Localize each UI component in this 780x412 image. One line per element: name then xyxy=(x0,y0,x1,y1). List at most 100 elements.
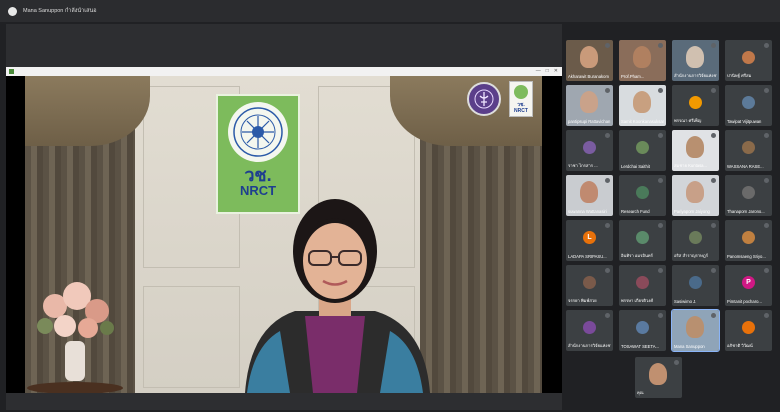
meeting-topbar: Mana Sanuppon กำลังนำเสนอ xyxy=(0,0,780,22)
participant-name: สำนักงานการวิจัยแห่งชาติ xyxy=(674,73,717,78)
nrct-small-logo: วช. NRCT xyxy=(509,81,533,117)
close-icon[interactable]: ✕ xyxy=(554,67,558,76)
participant-avatar xyxy=(742,186,755,199)
mic-muted-icon xyxy=(658,178,663,183)
participant-name: อริส สำราญราษฎร์ xyxy=(674,253,708,258)
mic-muted-icon xyxy=(605,133,610,138)
mic-muted-icon xyxy=(605,43,610,48)
mic-muted-icon xyxy=(674,360,679,365)
participant-avatar xyxy=(583,321,596,334)
participant-avatar xyxy=(583,276,596,289)
participant-name: pantipsupi Rattavichan xyxy=(568,119,611,124)
participant-tile[interactable]: ปานิษฐ์ ศรีสม xyxy=(725,40,772,81)
main-presentation-pane[interactable]: — □ ✕ วช. NRCT วช. NRCT xyxy=(6,24,562,410)
participant-tile[interactable]: TOSAWAT SEETA... xyxy=(619,310,666,351)
participant-tile[interactable]: pantipsupi Rattavichan xyxy=(566,85,613,126)
participant-video xyxy=(686,46,704,68)
participant-name: ปานิษฐ์ ศรีสม xyxy=(727,73,752,78)
participant-tile[interactable]: suwanna Wattanasiri xyxy=(566,175,613,216)
mic-muted-icon xyxy=(711,88,716,93)
participant-tile[interactable]: WASSANA RASE... xyxy=(725,130,772,171)
participant-tile[interactable]: อริส สำราญราษฎร์ xyxy=(672,220,719,261)
participant-tile[interactable]: อภิชาติ วิวัฒน์ xyxy=(725,310,772,351)
participant-tile[interactable]: อินทิรา อมรอินทร์ xyxy=(619,220,666,261)
mic-muted-icon xyxy=(658,43,663,48)
participant-name: Pimtanit pocharo... xyxy=(727,299,762,304)
participant-tile[interactable]: L LADAPA SRIPASU... xyxy=(566,220,613,261)
mic-muted-icon xyxy=(605,178,610,183)
participant-avatar xyxy=(742,96,755,109)
participant-tile[interactable]: พรรษา เกียรติวงศ์ xyxy=(619,265,666,306)
participant-tile[interactable]: ราชา ไกรสาร ... xyxy=(566,130,613,171)
participant-tile[interactable]: Samit Koonkanasuksanan xyxy=(619,85,666,126)
mic-muted-icon xyxy=(658,313,663,318)
participant-avatar xyxy=(689,96,702,109)
participant-name: Mana Sanuppon xyxy=(674,344,705,349)
maximize-icon[interactable]: □ xyxy=(546,67,549,76)
participant-tile[interactable]: Sasiwimo J. xyxy=(672,265,719,306)
participant-avatar xyxy=(636,321,649,334)
presenter-label: Mana Sanuppon กำลังนำเสนอ xyxy=(23,8,97,14)
mic-muted-icon xyxy=(658,88,663,93)
participant-tile[interactable]: คุณ xyxy=(635,357,682,398)
participant-tile[interactable]: Akharawit Buranakom xyxy=(566,40,613,81)
participant-tile[interactable]: Pariyaporn Jaiyong xyxy=(672,175,719,216)
participant-avatar xyxy=(636,231,649,244)
participant-name: LADAPA SRIPASU... xyxy=(568,254,607,259)
mic-muted-icon xyxy=(711,223,716,228)
participant-video xyxy=(633,91,651,113)
participant-tile[interactable]: Panomsaeng Sriyo... xyxy=(725,220,772,261)
participant-tile[interactable]: P Pimtanit pocharo... xyxy=(725,265,772,306)
mic-muted-icon xyxy=(711,178,716,183)
participant-avatar xyxy=(636,276,649,289)
participant-avatar xyxy=(742,231,755,244)
mic-muted-icon xyxy=(764,268,769,273)
mic-muted-icon xyxy=(711,133,716,138)
participant-tile[interactable]: Prof.Pham... xyxy=(619,40,666,81)
shared-app-icon xyxy=(9,69,14,74)
mic-muted-icon xyxy=(658,268,663,273)
participant-name: Tawipat Vijitpuwan xyxy=(727,119,762,124)
mic-muted-icon xyxy=(764,133,769,138)
participant-tile[interactable]: Lerdchai Saithit xyxy=(619,130,666,171)
participant-name: สำนักงานการวิจัยแห่งชาติ xyxy=(568,343,611,348)
shared-window-titlebar: — □ ✕ xyxy=(6,67,562,76)
participant-video xyxy=(686,316,704,338)
speaker-video: วช. NRCT วช. NRCT xyxy=(25,76,542,393)
participant-tile[interactable]: Research Fund xyxy=(619,175,666,216)
participant-tile[interactable]: Tawipat Vijitpuwan xyxy=(725,85,772,126)
participant-name: Prof.Pham... xyxy=(621,74,645,79)
minimize-icon[interactable]: — xyxy=(536,67,541,76)
participant-video xyxy=(686,181,704,203)
participant-avatar xyxy=(583,141,596,154)
mic-muted-icon xyxy=(711,43,716,48)
participant-avatar: P xyxy=(742,276,755,289)
participant-tile[interactable]: สมชาย Kuntasa... xyxy=(672,130,719,171)
participant-name: จรรยา พิมพ์สวย xyxy=(568,298,597,303)
flower-vase xyxy=(27,282,123,393)
participant-name: Samit Koonkanasuksanan xyxy=(621,119,664,124)
mic-muted-icon xyxy=(711,313,716,318)
participant-name: พรรณา ศรีเพ็ญ xyxy=(674,118,702,123)
participant-tile[interactable]: Thanaporn Jarono... xyxy=(725,175,772,216)
shared-screen-window[interactable]: — □ ✕ วช. NRCT วช. NRCT xyxy=(6,67,562,393)
participant-name: Panomsaeng Sriyo... xyxy=(727,254,766,259)
mic-muted-icon xyxy=(605,223,610,228)
participants-grid: Akharawit Buranakom Prof.Pham... สำนักงานก… xyxy=(566,40,778,398)
participant-tile[interactable]: Mana Sanuppon xyxy=(671,309,720,352)
small-logo-en: NRCT xyxy=(514,108,528,114)
participant-name: คุณ xyxy=(637,390,644,395)
participant-name: suwanna Wattanasiri xyxy=(568,209,607,214)
participant-tile[interactable]: สำนักงานการวิจัยแห่งชาติ xyxy=(566,310,613,351)
mic-muted-icon xyxy=(605,268,610,273)
participant-name: Research Fund xyxy=(621,209,650,214)
nrct-mini-seal-icon xyxy=(514,85,528,99)
participant-name: Lerdchai Saithit xyxy=(621,164,650,169)
participant-tile[interactable]: จรรยา พิมพ์สวย xyxy=(566,265,613,306)
participant-tile[interactable]: สำนักงานการวิจัยแห่งชาติ xyxy=(672,40,719,81)
participant-name: สมชาย Kuntasa... xyxy=(674,163,707,168)
participant-video xyxy=(580,91,598,113)
participant-avatar xyxy=(689,276,702,289)
participant-video xyxy=(649,363,667,385)
participant-tile[interactable]: พรรณา ศรีเพ็ญ xyxy=(672,85,719,126)
